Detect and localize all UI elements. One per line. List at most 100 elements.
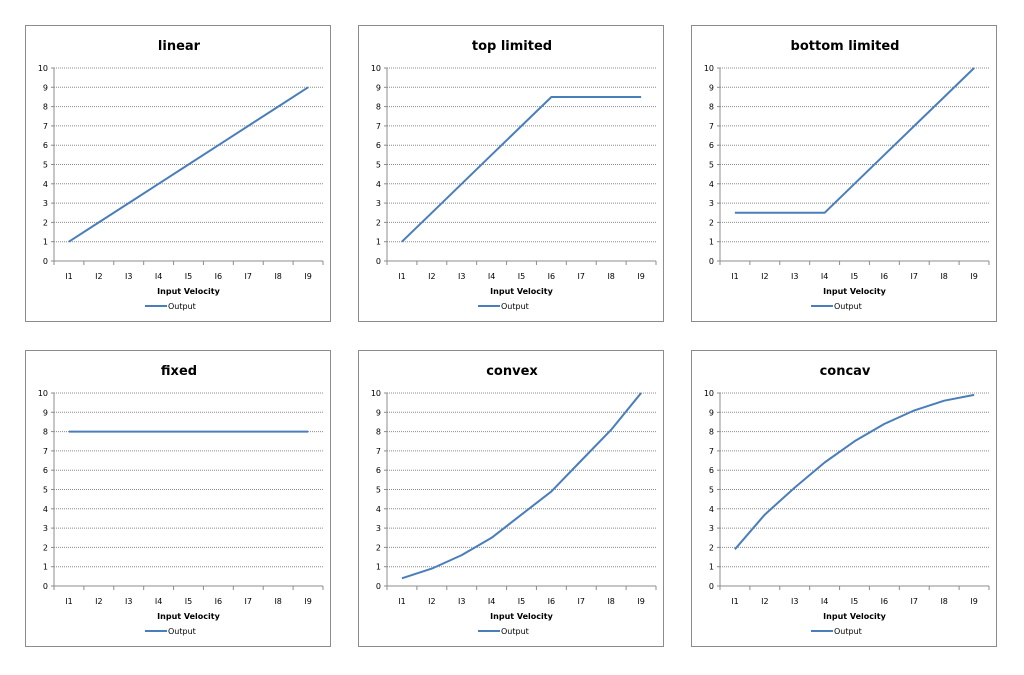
y-tick-label: 0 <box>43 582 48 591</box>
y-tick-label: 10 <box>371 64 381 73</box>
series-line-output <box>734 67 975 214</box>
y-tick-label: 6 <box>376 141 381 150</box>
legend-label: Output <box>834 627 862 636</box>
y-tick-label: 9 <box>376 408 381 417</box>
y-tick-label: 7 <box>709 122 714 131</box>
x-tick-label: I4 <box>821 597 828 606</box>
x-tick-label: I1 <box>65 597 72 606</box>
x-axis-title: Input Velocity <box>490 612 553 621</box>
y-tick-label: 8 <box>709 103 714 112</box>
y-tick-label: 2 <box>376 218 381 227</box>
x-axis-title: Input Velocity <box>157 287 220 296</box>
x-tick-label: I1 <box>731 272 738 281</box>
x-tick-label: I7 <box>245 272 252 281</box>
y-tick-label: 2 <box>376 543 381 552</box>
y-tick-label: 5 <box>43 161 48 170</box>
legend-label: Output <box>501 627 529 636</box>
chart-fixed: fixed 0 1 2 3 4 5 6 7 8 9 10 I1 I2 I3 I4 I5 I6 I7 I8 I9 Input… <box>25 350 331 647</box>
y-tick-label: 9 <box>43 83 48 92</box>
x-axis-title: Input Velocity <box>490 287 553 296</box>
y-tick-label: 8 <box>376 428 381 437</box>
x-axis-title: Input Velocity <box>823 287 886 296</box>
y-tick-label: 4 <box>43 180 48 189</box>
y-tick-label: 4 <box>376 180 381 189</box>
series-line-output <box>401 392 642 580</box>
y-tick-label: 6 <box>709 141 714 150</box>
x-tick-label: I3 <box>125 597 132 606</box>
x-tick-label: I2 <box>95 597 102 606</box>
x-tick-label: I6 <box>548 597 555 606</box>
x-tick-label: I8 <box>940 272 947 281</box>
x-tick-label: I5 <box>851 597 858 606</box>
x-tick-label: I3 <box>458 272 465 281</box>
y-tick-label: 6 <box>43 141 48 150</box>
y-tick-label: 0 <box>43 257 48 266</box>
chart-title: bottom limited <box>791 39 900 54</box>
x-tick-label: I1 <box>65 272 72 281</box>
y-tick-label: 8 <box>376 103 381 112</box>
x-tick-label: I7 <box>578 597 585 606</box>
x-tick-label: I6 <box>215 272 222 281</box>
y-tick-label: 3 <box>709 524 714 533</box>
y-tick-label: 1 <box>709 238 714 247</box>
y-tick-label: 2 <box>709 218 714 227</box>
chart-title: linear <box>158 39 201 54</box>
y-tick-label: 1 <box>709 563 714 572</box>
x-tick-label: I9 <box>637 597 644 606</box>
y-tick-label: 4 <box>43 505 48 514</box>
x-tick-label: I9 <box>304 272 311 281</box>
y-tick-label: 1 <box>376 238 381 247</box>
x-tick-label: I7 <box>911 597 918 606</box>
y-tick-label: 0 <box>709 582 714 591</box>
y-tick-label: 7 <box>43 122 48 131</box>
y-tick-label: 8 <box>43 428 48 437</box>
y-tick-label: 2 <box>43 543 48 552</box>
x-tick-label: I7 <box>911 272 918 281</box>
x-tick-label: I8 <box>607 272 614 281</box>
chart-linear: linear 0 1 2 3 4 5 6 7 8 9 10 I1 I2 I3 I4 I5 I6 I7 I8 I9 Inpu… <box>25 25 331 322</box>
x-tick-label: I3 <box>458 597 465 606</box>
y-tick-label: 6 <box>43 466 48 475</box>
y-tick-label: 1 <box>43 238 48 247</box>
y-tick-label: 7 <box>43 447 48 456</box>
x-tick-label: I6 <box>881 597 888 606</box>
legend-label: Output <box>168 627 196 636</box>
y-tick-label: 0 <box>376 582 381 591</box>
series-line-output <box>401 96 642 243</box>
chart-top-limited: top limited 0 1 2 3 4 5 6 7 8 9 10 I1 I2 I3 I4 I5 I6 I7 I8 I… <box>358 25 664 322</box>
x-tick-label: I9 <box>970 597 977 606</box>
y-tick-label: 7 <box>376 447 381 456</box>
y-tick-label: 10 <box>38 389 48 398</box>
y-tick-label: 5 <box>43 486 48 495</box>
chart-convex: convex 0 1 2 3 4 5 6 7 8 9 10 I1 I2 I3 I4 I5 I6 I7 I8 I9 Inpu… <box>358 350 664 647</box>
x-tick-label: I3 <box>125 272 132 281</box>
x-tick-label: I2 <box>761 597 768 606</box>
x-axis-title: Input Velocity <box>823 612 886 621</box>
x-tick-label: I8 <box>940 597 947 606</box>
y-tick-label: 7 <box>376 122 381 131</box>
chart-svg: concav 0 1 2 3 4 5 6 7 8 9 10 I1 I2 I3 I4 I5 I6 I7 I8 I9 Inpu… <box>704 364 990 636</box>
x-tick-label: I8 <box>607 597 614 606</box>
chart-svg: bottom limited 0 1 2 3 4 5 6 7 8 9 10 I1 I2 I3 I4 I5 I6 I7… <box>704 39 990 311</box>
y-tick-label: 8 <box>43 103 48 112</box>
x-tick-label: I4 <box>488 272 495 281</box>
y-tick-label: 1 <box>43 563 48 572</box>
legend-label: Output <box>834 302 862 311</box>
x-tick-label: I7 <box>578 272 585 281</box>
y-tick-label: 4 <box>709 180 714 189</box>
x-tick-label: I5 <box>518 272 525 281</box>
y-tick-label: 3 <box>43 199 48 208</box>
y-tick-label: 0 <box>709 257 714 266</box>
y-tick-label: 9 <box>709 408 714 417</box>
y-tick-label: 10 <box>38 64 48 73</box>
x-tick-label: I1 <box>398 597 405 606</box>
x-tick-label: I5 <box>185 272 192 281</box>
y-tick-label: 10 <box>704 64 714 73</box>
y-tick-label: 6 <box>709 466 714 475</box>
chart-title: convex <box>486 364 538 379</box>
chart-concav: concav 0 1 2 3 4 5 6 7 8 9 10 I1 I2 I3 I4 I5 I6 I7 I8 I9 Inpu… <box>691 350 997 647</box>
x-tick-label: I8 <box>274 272 281 281</box>
x-tick-label: I1 <box>731 597 738 606</box>
x-tick-label: I5 <box>185 597 192 606</box>
x-tick-label: I2 <box>761 272 768 281</box>
